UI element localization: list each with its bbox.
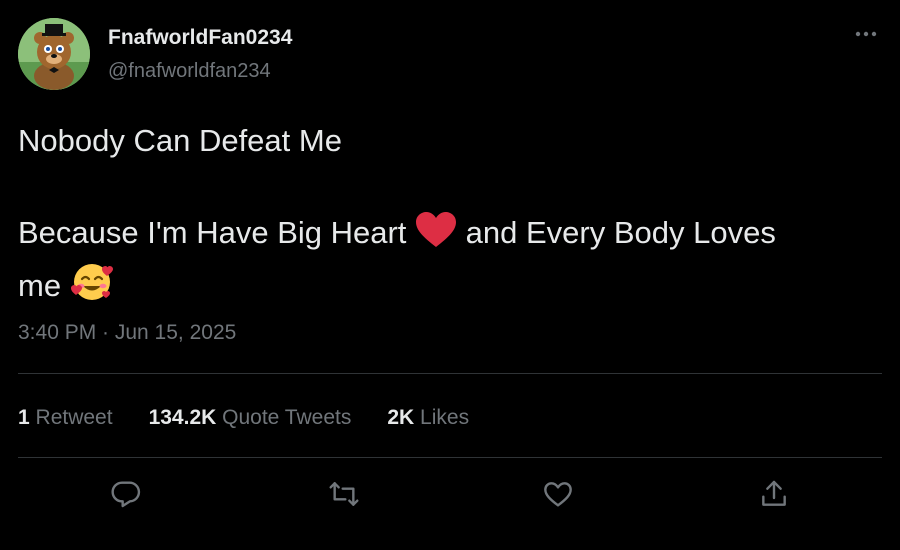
tweet-line-3-text: me: [18, 268, 62, 303]
author-display-name[interactable]: FnafworldFan0234: [108, 26, 292, 50]
share-button[interactable]: [756, 476, 792, 512]
likes-count: 2K: [387, 406, 415, 429]
retweet-button[interactable]: [326, 476, 362, 512]
tweet-text: Nobody Can Defeat Me Because I'm Have Bi…: [18, 118, 882, 315]
share-icon: [762, 480, 786, 506]
red-heart-emoji: [415, 211, 457, 262]
tweet-timestamp[interactable]: 3:40 PM · Jun 15, 2025: [18, 321, 236, 345]
tweet-line-1: Nobody Can Defeat Me: [18, 123, 342, 158]
tweet-line-2-start: Because I'm Have Big Heart: [18, 215, 407, 250]
smiling-face-with-hearts-emoji: [70, 262, 114, 315]
reply-button[interactable]: [108, 476, 144, 512]
quote-tweets-count: 134.2K: [148, 406, 217, 429]
heart-outline-icon: [544, 482, 572, 507]
tweet-line-3: me: [18, 262, 882, 315]
likes-label: Likes: [420, 406, 470, 429]
quote-tweets-stat[interactable]: 134.2K Quote Tweets: [149, 406, 352, 430]
divider: [18, 373, 882, 374]
tweet-line-2-end: and Every Body Loves: [457, 215, 776, 250]
retweet-icon: [329, 482, 359, 506]
divider: [18, 457, 882, 458]
retweets-label: Retweet: [35, 406, 113, 429]
likes-stat[interactable]: 2K Likes: [387, 406, 469, 430]
engagement-stats: 1 Retweet 134.2K Quote Tweets 2K Likes: [18, 403, 505, 433]
retweets-count: 1: [18, 406, 30, 429]
avatar[interactable]: [18, 18, 90, 90]
tweet-line-2: Because I'm Have Big Heart and Every Bod…: [18, 210, 882, 262]
quote-tweets-label: Quote Tweets: [222, 406, 352, 429]
action-bar: [18, 470, 882, 520]
tweet-card: FnafworldFan0234 @fnafworldfan234 Nobody…: [0, 0, 900, 550]
more-horizontal-icon[interactable]: [848, 24, 884, 44]
author-handle[interactable]: @fnafworldfan234: [108, 60, 271, 83]
reply-icon: [111, 481, 141, 508]
like-button[interactable]: [540, 476, 576, 512]
retweets-stat[interactable]: 1 Retweet: [18, 406, 113, 430]
